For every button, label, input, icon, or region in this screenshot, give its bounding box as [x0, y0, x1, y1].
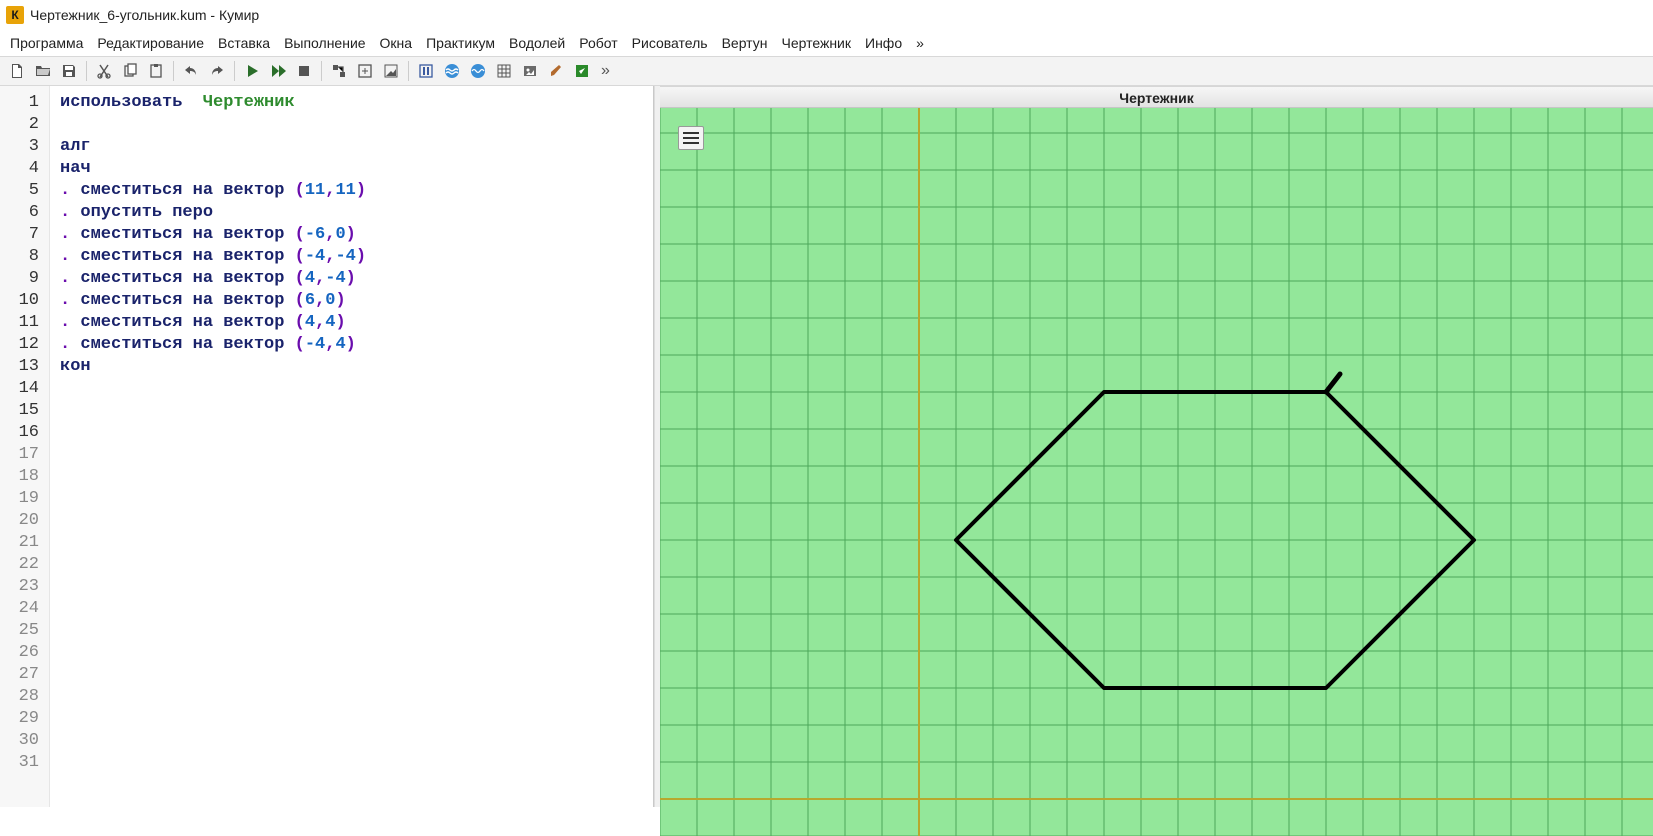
- code-area[interactable]: использовать Чертежник алг нач . сместит…: [50, 86, 653, 807]
- menu-aquarius[interactable]: Водолей: [509, 35, 565, 51]
- menu-insert[interactable]: Вставка: [218, 35, 270, 51]
- tool-green-icon[interactable]: [571, 60, 593, 82]
- tool-grid-icon[interactable]: [493, 60, 515, 82]
- cut-icon[interactable]: [93, 60, 115, 82]
- app-icon: К: [6, 6, 24, 24]
- copy-icon[interactable]: [119, 60, 141, 82]
- menu-info[interactable]: Инфо: [865, 35, 902, 51]
- menu-vertun[interactable]: Вертун: [722, 35, 768, 51]
- new-file-icon[interactable]: [6, 60, 28, 82]
- canvas-area[interactable]: [660, 108, 1653, 807]
- menu-windows[interactable]: Окна: [380, 35, 413, 51]
- canvas-menu-button[interactable]: [678, 126, 704, 150]
- tool-brush-icon[interactable]: [545, 60, 567, 82]
- tool-c-icon[interactable]: [380, 60, 402, 82]
- menu-draftsman[interactable]: Чертежник: [781, 35, 851, 51]
- canvas-title: Чертежник: [660, 86, 1653, 108]
- menubar: Программа Редактирование Вставка Выполне…: [0, 30, 1653, 56]
- menu-edit[interactable]: Редактирование: [97, 35, 204, 51]
- editor-pane: 1234567891011121314151617181920212223242…: [0, 86, 654, 807]
- menu-run[interactable]: Выполнение: [284, 35, 365, 51]
- run-icon[interactable]: [241, 60, 263, 82]
- main-split: 1234567891011121314151617181920212223242…: [0, 86, 1653, 807]
- toolbar: »: [0, 56, 1653, 86]
- canvas-pane: Чертежник: [660, 86, 1653, 807]
- tool-pic-icon[interactable]: [519, 60, 541, 82]
- toolbar-overflow[interactable]: »: [597, 62, 614, 80]
- line-gutter: 1234567891011121314151617181920212223242…: [0, 86, 50, 807]
- save-file-icon[interactable]: [58, 60, 80, 82]
- menu-practice[interactable]: Практикум: [426, 35, 495, 51]
- run-step-icon[interactable]: [267, 60, 289, 82]
- undo-icon[interactable]: [180, 60, 202, 82]
- paste-icon[interactable]: [145, 60, 167, 82]
- menu-program[interactable]: Программа: [10, 35, 83, 51]
- menu-overflow[interactable]: »: [916, 35, 924, 51]
- open-file-icon[interactable]: [32, 60, 54, 82]
- titlebar: К Чертежник_6-угольник.kum - Кумир: [0, 0, 1653, 30]
- tool-b-icon[interactable]: [354, 60, 376, 82]
- menu-painter[interactable]: Рисователь: [632, 35, 708, 51]
- tool-d-icon[interactable]: [415, 60, 437, 82]
- tool-a-icon[interactable]: [328, 60, 350, 82]
- window-title: Чертежник_6-угольник.kum - Кумир: [30, 7, 259, 23]
- drawing-canvas[interactable]: [660, 108, 1653, 836]
- tool-wave2-icon[interactable]: [467, 60, 489, 82]
- tool-wave-icon[interactable]: [441, 60, 463, 82]
- stop-icon[interactable]: [293, 60, 315, 82]
- menu-robot[interactable]: Робот: [579, 35, 617, 51]
- redo-icon[interactable]: [206, 60, 228, 82]
